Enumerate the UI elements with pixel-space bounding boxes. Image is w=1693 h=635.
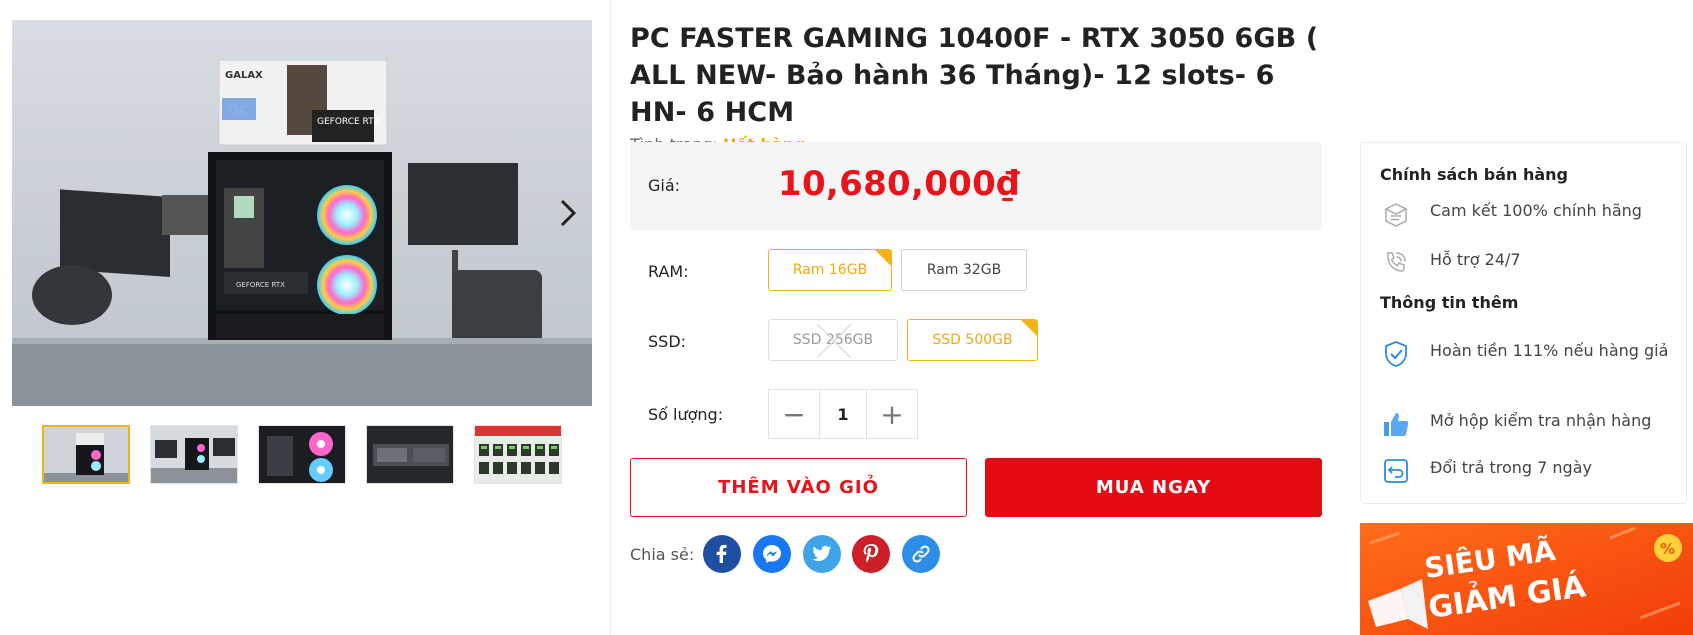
price-value: 10,680,000₫ [778,164,1021,204]
quantity-label: Số lượng: [648,405,724,424]
quantity-increase-button[interactable]: + [867,390,917,438]
thumbnail-4[interactable] [366,425,454,484]
box-icon [1380,198,1412,230]
product-info: PC FASTER GAMING 10400F - RTX 3050 6GB (… [630,20,1330,154]
discount-promo-graphic: % SIÊU MÃ GIẢM GIÁ [1360,523,1693,635]
main-product-image[interactable]: GALAX GEFORCE RTX OC GEFORCE RTX [12,20,592,406]
price-box: Giá: 10,680,000₫ [630,142,1322,230]
phone-support-icon [1380,247,1412,279]
thumbnail-5[interactable] [474,425,562,484]
product-photo: GALAX GEFORCE RTX OC GEFORCE RTX [12,20,592,406]
share-label: Chia sẻ: [630,545,695,564]
share-copy-link-button[interactable] [902,535,940,573]
option-ssd-500gb[interactable]: SSD 500GB [907,319,1038,361]
pinterest-icon [863,544,879,563]
ssd-label: SSD: [648,332,687,351]
product-title: PC FASTER GAMING 10400F - RTX 3050 6GB (… [630,23,1319,128]
policy-item-text: Hoàn tiền 111% nếu hàng giả [1430,341,1669,360]
policy-item-text: Hỗ trợ 24/7 [1430,250,1521,269]
column-divider [610,0,611,635]
gpu-card-label: GEFORCE RTX [236,281,285,289]
gpu-box-brand: GALAX [225,70,263,81]
product-gallery: GALAX GEFORCE RTX OC GEFORCE RTX [12,20,592,484]
promo-tag: % [1660,540,1675,558]
policy-item-genuine: Cam kết 100% chính hãng [1380,198,1670,230]
messenger-icon [763,545,781,563]
price-label: Giá: [648,176,681,195]
add-to-cart-button[interactable]: THÊM VÀO GIỎ [630,458,967,517]
sales-policy-panel: Chính sách bán hàng Cam kết 100% chính h… [1360,142,1687,504]
policy-item-open-box: Mở hộp kiểm tra nhận hàng [1380,408,1670,440]
option-ram-16gb[interactable]: Ram 16GB [768,249,892,291]
ram-label: RAM: [648,262,689,281]
shield-check-icon [1380,338,1412,370]
promo-banner[interactable]: % SIÊU MÃ GIẢM GIÁ [1360,523,1693,635]
thumbnail-3[interactable] [258,425,346,484]
facebook-icon [716,544,727,563]
share-facebook-button[interactable] [703,535,741,573]
twitter-icon [812,545,832,561]
thumbs-up-icon [1380,408,1412,440]
share-twitter-button[interactable] [803,535,841,573]
share-pinterest-button[interactable] [852,535,890,573]
sales-policy-title: Chính sách bán hàng [1380,165,1568,184]
policy-item-text: Mở hộp kiểm tra nhận hàng [1430,411,1652,430]
thumbnail-strip [12,425,592,484]
policy-item-text: Đổi trả trong 7 ngày [1430,458,1592,477]
policy-item-return: Đổi trả trong 7 ngày [1380,455,1670,487]
share-messenger-button[interactable] [753,535,791,573]
quantity-decrease-button[interactable]: − [769,390,819,438]
next-image-arrow-icon[interactable] [554,196,582,230]
gpu-box-model: GEFORCE RTX [317,117,380,127]
thumbnail-1[interactable] [42,425,130,484]
quantity-stepper: − 1 + [768,389,918,439]
thumbnail-2[interactable] [150,425,238,484]
option-ssd-256gb[interactable]: SSD 256GB [768,319,898,361]
option-ssd-256gb-label: SSD 256GB [792,332,874,348]
policy-item-support: Hỗ trợ 24/7 [1380,247,1670,279]
buy-now-button[interactable]: MUA NGAY [985,458,1322,517]
option-ram-32gb[interactable]: Ram 32GB [901,249,1027,291]
quantity-input[interactable]: 1 [819,390,867,438]
link-icon [912,545,930,563]
more-info-title: Thông tin thêm [1380,293,1519,312]
policy-item-text: Cam kết 100% chính hãng [1430,201,1642,220]
return-icon [1380,455,1412,487]
policy-item-refund: Hoàn tiền 111% nếu hàng giả [1380,338,1670,370]
